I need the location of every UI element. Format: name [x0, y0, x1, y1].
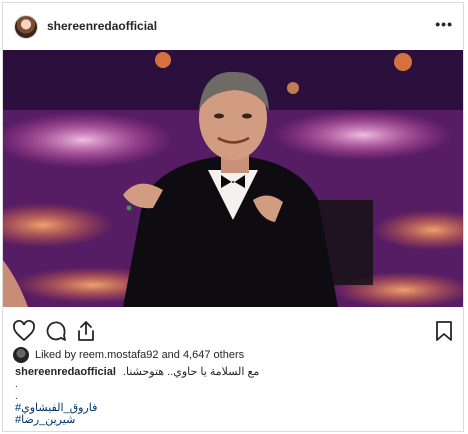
post-header: shereenredaofficial ••• [3, 3, 463, 51]
likes-count[interactable]: Liked by reem.mostafa92 and 4,647 others [35, 349, 244, 361]
bookmark-icon[interactable] [432, 319, 456, 343]
post-username[interactable]: shereenredaofficial [47, 19, 157, 33]
hashtag-link[interactable]: #شيرين_رضا [15, 414, 259, 427]
post-caption: shereenredaofficial مع السلامة يا حاوي..… [15, 366, 260, 427]
more-icon[interactable]: ••• [435, 16, 453, 32]
share-icon[interactable] [74, 319, 98, 343]
caption-dot: . [15, 379, 18, 390]
instagram-post-card: shereenredaofficial ••• Liked by reem.mo… [2, 2, 464, 432]
comment-icon[interactable] [44, 319, 68, 343]
heart-icon[interactable] [12, 319, 36, 343]
post-photo[interactable] [3, 50, 463, 307]
likes-row: Liked by reem.mostafa92 and 4,647 others [13, 346, 244, 364]
caption-username[interactable]: shereenredaofficial [15, 366, 116, 378]
caption-line: shereenredaofficial مع السلامة يا حاوي..… [15, 366, 260, 379]
action-bar [3, 313, 463, 349]
liker-avatar[interactable] [13, 347, 29, 363]
caption-text: مع السلامة يا حاوي.. هتوحشنا. [122, 366, 260, 378]
post-photo-illustration [3, 50, 463, 307]
profile-avatar[interactable] [14, 15, 38, 39]
